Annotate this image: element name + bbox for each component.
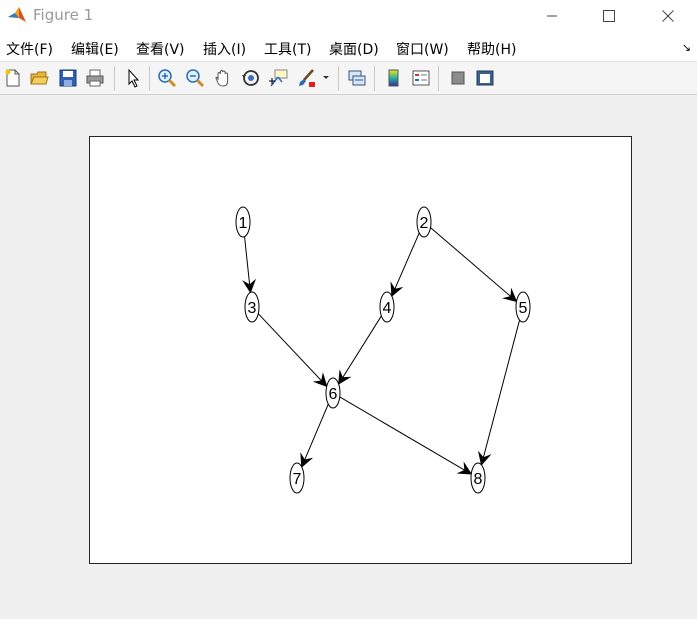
toolbar-separator xyxy=(149,66,150,91)
graph-node-8[interactable]: 8 xyxy=(470,462,486,494)
menu-insert[interactable]: 插入(I) xyxy=(203,39,246,59)
graph-edge-2-4 xyxy=(390,232,420,297)
close-icon xyxy=(662,9,674,22)
graph-plot: 1 2 3 4 5 6 7 8 xyxy=(235,206,531,494)
graph-node-4[interactable]: 4 xyxy=(379,291,395,323)
graph-node-6[interactable]: 6 xyxy=(325,377,341,409)
zoom-out-icon[interactable] xyxy=(184,67,206,89)
graph-edge-6-8 xyxy=(339,396,473,475)
window-title: Figure 1 xyxy=(33,6,94,24)
brush-icon[interactable] xyxy=(296,67,318,89)
node-label: 5 xyxy=(519,300,528,317)
node-label: 6 xyxy=(329,386,338,403)
menu-bar: 文件(F) 编辑(E) 查看(V) 插入(I) 工具(T) 桌面(D) 窗口(W… xyxy=(0,31,697,62)
menu-view[interactable]: 查看(V) xyxy=(136,39,185,59)
print-icon[interactable] xyxy=(84,67,106,89)
node-label: 3 xyxy=(248,300,257,317)
graph-node-1[interactable]: 1 xyxy=(235,206,251,238)
graph-edge-5-8 xyxy=(477,319,521,466)
data-cursor-icon[interactable] xyxy=(268,67,290,89)
toolbar-separator xyxy=(338,66,339,91)
graph-edge-1-3 xyxy=(242,236,257,294)
hide-plot-tools-icon[interactable] xyxy=(447,67,469,89)
pan-icon[interactable] xyxy=(212,67,234,89)
node-label: 2 xyxy=(420,215,429,232)
menu-edit[interactable]: 编辑(E) xyxy=(71,39,119,59)
node-label: 1 xyxy=(239,215,248,232)
rotate-3d-icon[interactable] xyxy=(240,67,262,89)
legend-icon[interactable] xyxy=(410,67,432,89)
brush-dropdown-icon[interactable] xyxy=(320,67,332,89)
minimize-button[interactable] xyxy=(529,0,575,31)
menu-window[interactable]: 窗口(W) xyxy=(396,39,449,59)
graph-node-5[interactable]: 5 xyxy=(515,291,531,323)
dock-arrow-icon[interactable]: ↘ xyxy=(682,41,691,54)
node-label: 8 xyxy=(474,471,483,488)
maximize-button[interactable] xyxy=(586,0,632,31)
toolbar-separator xyxy=(114,66,115,91)
toolbar-separator xyxy=(374,66,375,91)
link-plot-icon[interactable] xyxy=(346,67,368,89)
figure-window: Figure 1 文件(F) 编辑(E) 查看(V) 插入(I) 工具(T) 桌… xyxy=(0,0,697,619)
colorbar-icon[interactable] xyxy=(383,67,405,89)
graph-edge-3-6 xyxy=(257,313,328,388)
node-label: 7 xyxy=(293,471,302,488)
minimize-icon xyxy=(547,15,557,16)
graph-node-3[interactable]: 3 xyxy=(244,291,260,323)
show-plot-tools-icon[interactable] xyxy=(474,67,496,89)
graph-edge-6-7 xyxy=(300,403,329,468)
graph-edge-2-5 xyxy=(430,227,518,303)
menu-help[interactable]: 帮助(H) xyxy=(467,39,516,59)
menu-desktop[interactable]: 桌面(D) xyxy=(329,39,379,59)
graph-axes[interactable]: 1 2 3 4 5 6 7 8 xyxy=(89,136,632,564)
edit-plot-icon[interactable] xyxy=(122,67,144,89)
title-bar: Figure 1 xyxy=(0,0,697,31)
maximize-icon xyxy=(603,9,615,22)
graph-edge-4-6 xyxy=(338,315,382,385)
graph-node-2[interactable]: 2 xyxy=(416,206,432,238)
menu-file[interactable]: 文件(F) xyxy=(6,39,53,59)
close-button[interactable] xyxy=(645,0,691,31)
new-figure-icon[interactable] xyxy=(2,67,24,89)
save-icon[interactable] xyxy=(57,67,79,89)
graph-node-7[interactable]: 7 xyxy=(289,462,305,494)
open-file-icon[interactable] xyxy=(28,67,50,89)
matlab-logo-icon xyxy=(7,5,27,25)
menu-tools[interactable]: 工具(T) xyxy=(264,39,311,59)
toolbar-separator xyxy=(438,66,439,91)
node-label: 4 xyxy=(383,300,392,317)
zoom-in-icon[interactable] xyxy=(156,67,178,89)
figure-toolbar xyxy=(0,62,697,95)
